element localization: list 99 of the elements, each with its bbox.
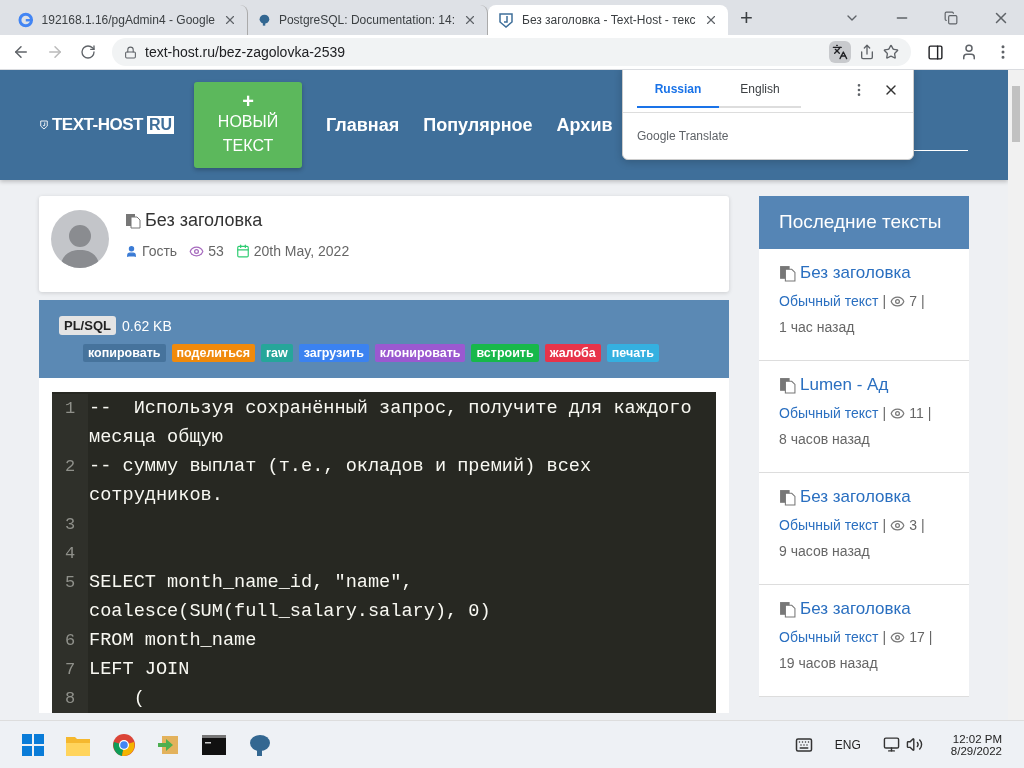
eye-icon: [890, 293, 906, 309]
action-button[interactable]: raw: [261, 344, 293, 362]
keyboard-icon[interactable]: [794, 735, 813, 754]
type-link[interactable]: Обычный текст: [779, 405, 879, 421]
language-indicator[interactable]: ENG: [834, 737, 861, 752]
lock-icon: [124, 45, 137, 59]
sidebar-heading: Последние тексты: [759, 196, 969, 249]
code-line: LEFT JOIN: [88, 658, 191, 682]
windows-start-icon[interactable]: [22, 733, 44, 756]
new-tab-button[interactable]: +: [740, 5, 753, 31]
action-button[interactable]: жалоба: [544, 344, 601, 362]
action-button[interactable]: копировать: [83, 344, 166, 362]
nav-link[interactable]: Популярное: [423, 114, 533, 136]
g-logo-icon: [18, 12, 34, 28]
recent-text-item[interactable]: Без заголовка Обычный текст | 7 | 1 час назад: [759, 249, 969, 361]
code-line: -- Используя сохранённый запрос, получите для каждого месяца общую: [88, 397, 693, 450]
terminal-icon[interactable]: [202, 734, 226, 755]
document-icon: [779, 264, 796, 282]
user-icon: [125, 244, 138, 258]
language-badge: PL/SQL: [59, 316, 116, 335]
recent-text-item[interactable]: Без заголовка Обычный текст | 17 | 19 часов назад: [759, 585, 969, 697]
post-date: 20th May, 2022: [253, 243, 350, 259]
time-ago: 19 часов назад: [779, 655, 879, 671]
calendar-icon: [235, 244, 250, 258]
line-number: 2: [52, 452, 88, 510]
avatar: [51, 210, 109, 268]
language-tab[interactable]: English: [719, 72, 801, 108]
time-ago: 8 часов назад: [779, 431, 871, 447]
type-link[interactable]: Обычный текст: [779, 629, 879, 645]
site-logo: TEXT-HOST RU: [40, 112, 174, 138]
separator: |: [882, 517, 887, 533]
line-number: 1: [52, 394, 88, 452]
action-button[interactable]: клонировать: [374, 344, 466, 362]
file-size: 0.62 KB: [121, 317, 172, 334]
line-number: 5: [52, 568, 88, 626]
restore-icon[interactable]: [944, 9, 958, 27]
eye-icon: [890, 517, 906, 533]
nav-link[interactable]: Архив: [556, 114, 613, 136]
separator: |: [882, 629, 887, 645]
view-count: 3: [909, 517, 917, 533]
eye-icon: [189, 243, 205, 259]
code-line: FROM month_name: [88, 629, 258, 653]
recent-text-item[interactable]: Lumen - Ад Обычный текст | 11 | 8 часов назад: [759, 361, 969, 473]
type-link[interactable]: Обычный текст: [779, 517, 879, 533]
action-button[interactable]: загрузить: [298, 344, 369, 362]
site-logo-icon: [498, 12, 514, 28]
view-count: 53: [208, 243, 224, 259]
browser-tab[interactable]: Без заголовка - Text-Host - текс: [488, 5, 728, 35]
eye-icon: [890, 629, 906, 645]
eye-icon: [890, 405, 906, 421]
line-number: 3: [52, 510, 88, 539]
address-bar[interactable]: text-host.ru/bez-zagolovka-2539: [112, 38, 911, 66]
language-tab[interactable]: Russian: [637, 72, 719, 108]
line-number: 6: [52, 626, 88, 655]
type-link[interactable]: Обычный текст: [779, 293, 879, 309]
chrome-icon[interactable]: [112, 732, 136, 757]
back-icon[interactable]: [12, 43, 30, 61]
separator: |: [882, 293, 887, 309]
volume-icon[interactable]: [905, 736, 923, 753]
time-ago: 1 час назад: [779, 319, 856, 335]
document-icon: [779, 600, 796, 618]
separator: |: [928, 629, 933, 645]
profile-icon[interactable]: [960, 43, 978, 61]
separator: |: [920, 293, 925, 309]
reload-icon[interactable]: [80, 44, 96, 60]
recent-text-title[interactable]: Lumen - Ад: [800, 375, 889, 395]
view-count: 7: [909, 293, 917, 309]
translate-icon[interactable]: [829, 41, 851, 63]
recent-text-title[interactable]: Без заголовка: [800, 599, 911, 619]
nav-link[interactable]: Главная: [326, 114, 400, 136]
line-number: 8: [52, 684, 88, 713]
code-line: SELECT month_name_id, "name", coalesce(SUM(full_salary.salary), 0): [88, 571, 492, 624]
recent-text-title[interactable]: Без заголовка: [800, 263, 911, 283]
recent-text-title[interactable]: Без заголовка: [800, 487, 911, 507]
network-icon[interactable]: [882, 736, 900, 753]
recent-text-item[interactable]: Без заголовка Обычный текст | 3 | 9 часов назад: [759, 473, 969, 585]
code-line: (: [132, 687, 146, 711]
view-count: 11: [909, 405, 924, 421]
document-icon: [779, 376, 796, 394]
clock[interactable]: 12:02 PM 8/29/2022: [950, 732, 1002, 757]
browser-tab[interactable]: 192168.1.16/pgAdmin4 - Google: [8, 5, 248, 35]
scrollbar[interactable]: [1008, 70, 1024, 720]
code-line: -- сумму выплат (т.е., окладов и премий) всех сотрудников.: [88, 455, 593, 508]
author-name: Гость: [142, 243, 178, 259]
separator: |: [927, 405, 932, 421]
time-ago: 9 часов назад: [779, 543, 871, 559]
translate-brand: Google Translate: [636, 128, 730, 145]
side-panel-icon[interactable]: [927, 43, 944, 61]
view-count: 17: [909, 629, 925, 645]
star-icon[interactable]: [883, 44, 899, 60]
document-icon: [779, 488, 796, 506]
line-number: 4: [52, 539, 88, 568]
close-icon[interactable]: [704, 13, 718, 27]
share-icon[interactable]: [859, 44, 875, 60]
separator: |: [882, 405, 887, 421]
document-icon: [125, 212, 141, 229]
line-number: 7: [52, 655, 88, 684]
separator: |: [920, 517, 925, 533]
post-title: Без заголовка: [145, 210, 263, 231]
